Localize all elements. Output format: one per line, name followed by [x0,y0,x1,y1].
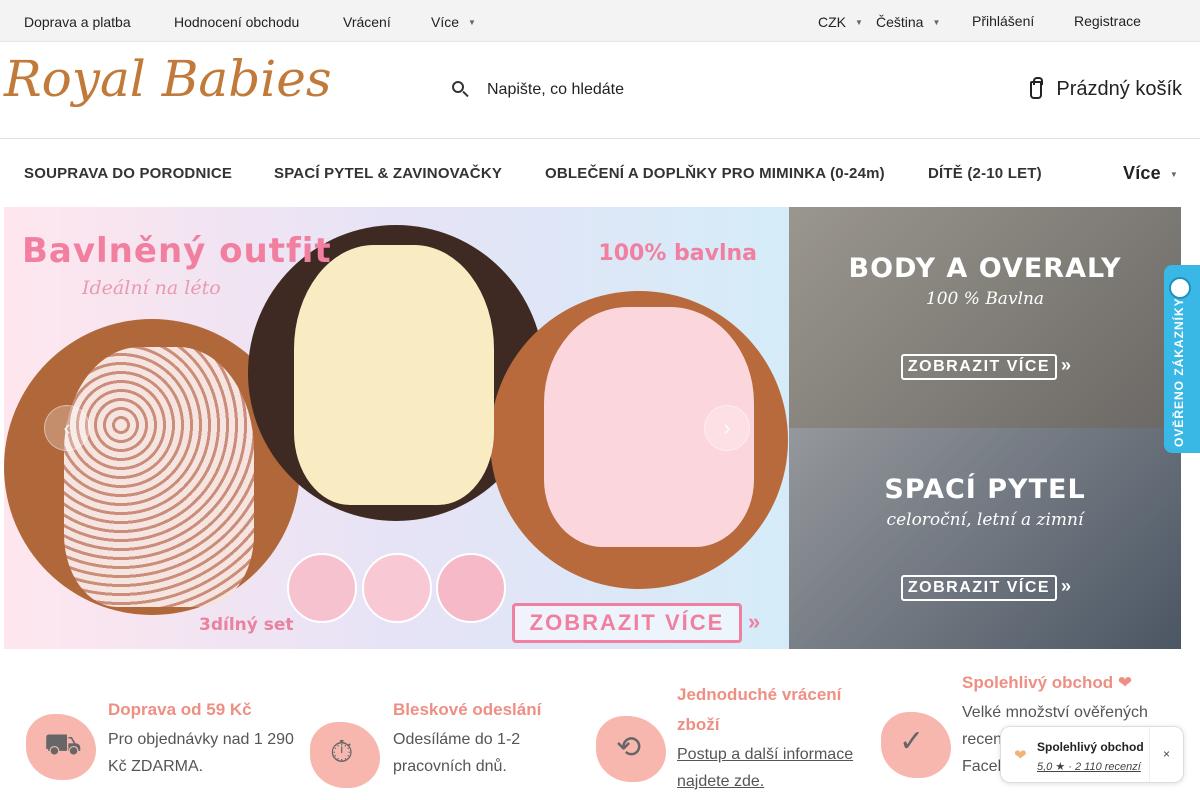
side-banner-title: BODY A OVERALY [848,253,1122,284]
topbar-link-returns[interactable]: Vrácení [343,14,391,30]
truck-icon: ⛟ [26,714,96,780]
returns-info-link[interactable]: Postup a další informace najdete zde. [677,741,867,795]
check-circle-icon: ✓ [881,712,951,778]
login-link[interactable]: Přihlášení [972,13,1034,29]
feature-text: Pro objednávky nad 1 290 Kč ZDARMA. [108,731,294,775]
trust-badge-name: Spolehlivý obchod [1037,740,1144,754]
nav-more-menu[interactable]: Více ▼ [1123,163,1178,184]
cart-label: Prázdný košík [1056,78,1182,100]
header-divider [0,138,1200,139]
nav-item-kids[interactable]: DÍTĚ (2-10 LET) [928,165,1042,182]
return-box-icon: ⟲ [596,716,666,782]
trust-badge-rating[interactable]: 5,0 ★ · 2 110 recenzí [1037,760,1141,773]
top-bar: Doprava a platba Hodnocení obchodu Vráce… [0,0,1200,42]
register-link[interactable]: Registrace [1074,13,1141,29]
double-chevron-right-icon: » [1061,355,1072,375]
search-bar[interactable] [452,76,747,104]
side-banner-subtitle: celoroční, letní a zimní [886,510,1084,530]
banner-overlay [789,428,1181,649]
chevron-right-icon: › [723,415,731,440]
topbar-link-reviews[interactable]: Hodnocení obchodu [174,14,299,30]
shorts-thumbnail [287,553,357,623]
hero-set-label: 3dílný set [199,615,294,635]
carousel-next-button[interactable]: › [704,405,750,451]
feature-text: Odesíláme do 1-2 pracovních dnů. [393,731,521,775]
chevron-left-icon: ‹ [63,415,71,440]
hero-subtitle: Ideální na léto [82,277,221,299]
topbar-more-menu[interactable]: Více ▼ [431,14,476,30]
verified-reviews-tab[interactable]: OVĚŘENO ZÁKAZNÍKY [1164,265,1200,453]
hero-title: Bavlněný outfit [22,231,332,271]
hero-banner[interactable]: Bavlněný outfit Ideální na léto 100% bav… [4,207,789,649]
chevron-down-icon: ▼ [932,18,941,27]
verified-tab-label: OVĚŘENO ZÁKAZNÍKY [1172,297,1186,447]
double-chevron-right-icon: » [748,609,761,634]
topbar-more-label: Více [431,14,460,30]
currency-select[interactable]: CZK ▼ [818,14,863,30]
nav-item-baby-clothes[interactable]: OBLEČENÍ A DOPLŇKY PRO MIMINKA (0-24m) [545,165,885,182]
floral-outfit-image [64,347,254,607]
nav-more-label: Více [1123,163,1161,183]
dress-thumbnail [362,553,432,623]
verified-badge-icon [1169,277,1191,299]
nav-item-sleeping-bags[interactable]: SPACÍ PYTEL & ZAVINOVAČKY [274,165,502,182]
side-banner-bodysuits[interactable]: BODY A OVERALY 100 % Bavlna ZOBRAZIT VÍC… [789,207,1181,428]
feature-title: Bleskové odeslání [393,700,542,719]
nav-item-maternity-kit[interactable]: SOUPRAVA DO PORODNICE [24,165,232,182]
chevron-down-icon: ▼ [855,18,863,27]
side-banner-subtitle: 100 % Bavlna [925,289,1045,309]
side-banner-button[interactable]: ZOBRAZIT VÍCE [901,354,1057,380]
feature-title: Doprava od 59 Kč [108,700,252,719]
shopping-bag-icon [1030,76,1044,99]
language-select[interactable]: Čeština ▼ [876,14,940,30]
heart-icon: ❤ [1014,747,1027,764]
chevron-down-icon: ▼ [1169,170,1178,179]
language-label: Čeština [876,14,924,30]
search-input[interactable] [487,81,747,99]
hero-show-more-button[interactable]: ZOBRAZIT VÍCE [512,603,742,643]
side-banner-sleeping-bag[interactable]: SPACÍ PYTEL celoroční, letní a zimní ZOB… [789,428,1181,649]
hero-cotton-label: 100% bavlna [598,241,757,266]
side-banner-title: SPACÍ PYTEL [884,474,1086,505]
carousel-prev-button[interactable]: ‹ [44,405,90,451]
stopwatch-icon: ⏱ [310,722,380,788]
double-chevron-right-icon: » [1061,576,1072,596]
topbar-link-shipping[interactable]: Doprava a platba [24,14,131,30]
feature-title: Jednoduché vrácení zboží [677,685,842,734]
headband-thumbnail [436,553,506,623]
banner-overlay [789,207,1181,428]
currency-label: CZK [818,14,846,30]
site-logo[interactable]: Royal Babies [4,50,332,108]
yellow-dress-image [294,245,494,505]
close-icon[interactable]: × [1149,727,1183,782]
chevron-down-icon: ▼ [468,18,476,27]
trust-badge-widget[interactable]: ❤ Spolehlivý obchod 5,0 ★ · 2 110 recenz… [1000,726,1184,783]
side-banner-button[interactable]: ZOBRAZIT VÍCE [901,575,1057,601]
feature-title: Spolehlivý obchod ❤ [962,673,1133,692]
search-icon[interactable] [452,81,470,99]
cart-button[interactable]: Prázdný košík [1030,76,1182,101]
